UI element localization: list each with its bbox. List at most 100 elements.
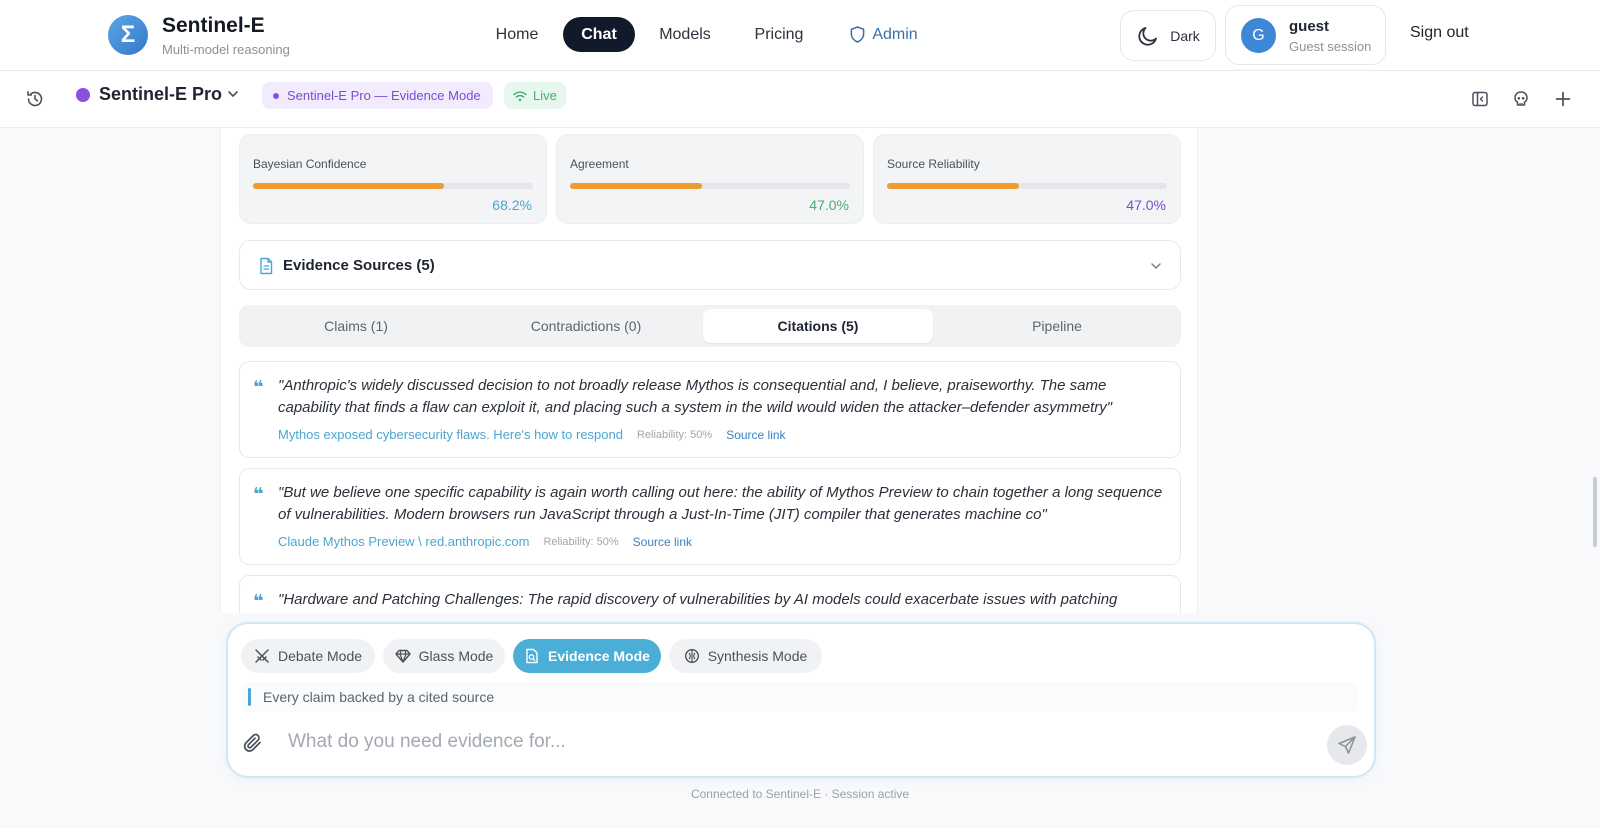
metric-progress-track [570,183,850,189]
moon-icon [1138,26,1158,46]
connection-status: Connected to Sentinel-E · Session active [690,787,910,801]
evidence-sources-title: Evidence Sources (5) [283,257,435,274]
glass-mode-label: Glass Mode [418,648,494,664]
top-navbar: Σ Sentinel-E Multi-model reasoning Home … [0,0,1600,71]
citation-meta: Mythos exposed cybersecurity flaws. Here… [278,427,786,442]
metric-label: Agreement [570,157,629,171]
metric-value: 47.0% [809,197,849,213]
chevron-down-icon[interactable] [1149,259,1163,273]
brand-name[interactable]: Sentinel-E [162,14,265,38]
metric-progress-track [253,183,533,189]
citation-text: "But we believe one specific capability … [278,484,1163,523]
evidence-query-input[interactable] [288,724,1288,760]
mode-badge: Sentinel-E Pro — Evidence Mode [262,82,493,109]
metric-label: Source Reliability [887,157,980,171]
send-icon [1338,736,1356,754]
citation-source-link[interactable]: Source link [726,428,785,442]
sign-out-link[interactable]: Sign out [1410,24,1469,42]
citation-reliability: Reliability: 50% [543,535,619,548]
skull-icon [1514,91,1528,106]
citation-source-link[interactable]: Source link [633,535,692,549]
history-icon [27,91,43,107]
quote-icon: ❝ [253,377,264,397]
debate-mode-label: Debate Mode [277,648,363,664]
chat-content[interactable]: Bayesian Confidence 68.2% Agreement 47.0… [220,128,1198,613]
citation-card: ❝ "Anthropic's widely discussed decision… [239,361,1181,458]
nav-chat-link[interactable]: Chat [563,17,635,52]
mode-hint: Every claim backed by a cited source [242,682,1358,712]
attach-button[interactable] [242,732,264,759]
citation-source[interactable]: Claude Mythos Preview \ red.anthropic.co… [278,534,529,549]
nav-admin-link[interactable]: Admin [845,17,923,52]
nav-home-link[interactable]: Home [488,17,546,52]
chevron-down-icon[interactable] [226,87,240,106]
page-scrollbar[interactable] [1593,477,1597,547]
logo-glyph: Σ [120,21,136,48]
shield-icon [850,26,865,43]
skull-mode-button[interactable] [1507,85,1535,113]
evidence-sources-accordion[interactable]: Evidence Sources (5) [239,240,1181,290]
brand-tagline: Multi-model reasoning [162,42,290,57]
citation-card: ❝ "But we believe one specific capabilit… [239,468,1181,565]
wifi-icon [513,91,527,101]
mode-badge-label: Sentinel-E Pro — Evidence Mode [287,88,481,103]
citation-source[interactable]: Mythos exposed cybersecurity flaws. Here… [278,427,623,442]
debate-mode-button[interactable]: Debate Mode [241,639,375,673]
model-status-dot [76,88,90,102]
avatar: G [1241,18,1276,53]
history-button[interactable] [21,85,49,113]
paperclip-icon [243,733,261,752]
metric-progress-track [887,183,1167,189]
mode-hint-text: Every claim backed by a cited source [263,689,495,705]
brain-icon [684,648,699,664]
tab-claims[interactable]: Claims (1) [243,309,469,343]
user-name: guest [1289,18,1330,35]
message-composer: Debate Mode Glass Mode Evidence Mode Syn… [226,622,1376,778]
evidence-mode-label: Evidence Mode [548,648,650,664]
synthesis-mode-label: Synthesis Mode [707,648,808,664]
citation-meta: Claude Mythos Preview \ red.anthropic.co… [278,534,692,549]
citation-text: "Anthropic's widely discussed decision t… [278,377,1113,416]
model-selector[interactable]: Sentinel-E Pro [99,84,222,105]
tab-citations[interactable]: Citations (5) [703,309,933,343]
logo-icon[interactable]: Σ [108,15,148,55]
send-button[interactable] [1327,725,1367,765]
user-session-label: Guest session [1289,39,1372,54]
gem-icon [394,649,411,663]
metric-progress-fill [253,183,444,189]
nav-pricing-link[interactable]: Pricing [745,17,813,52]
tab-contradictions[interactable]: Contradictions (0) [473,309,699,343]
toggle-panel-button[interactable] [1466,85,1494,113]
nav-models-link[interactable]: Models [650,17,720,52]
hint-accent-bar [248,688,251,706]
quote-icon: ❝ [253,484,264,504]
analysis-tabs: Claims (1) Contradictions (0) Citations … [239,305,1181,347]
metric-progress-fill [570,183,702,189]
metric-label: Bayesian Confidence [253,157,367,171]
new-chat-button[interactable] [1549,85,1577,113]
live-status-badge: Live [504,82,566,109]
metric-card-confidence: Bayesian Confidence 68.2% [239,134,547,224]
metric-value: 68.2% [492,197,532,213]
swords-icon [255,649,269,663]
metric-progress-fill [887,183,1019,189]
citation-text: "Hardware and Patching Challenges: The r… [278,591,1118,608]
file-search-icon [526,648,538,664]
evidence-mode-button[interactable]: Evidence Mode [513,639,661,673]
tab-pipeline[interactable]: Pipeline [937,309,1177,343]
live-status-label: Live [533,88,557,103]
chat-toolbar: Sentinel-E Pro Sentinel-E Pro — Evidence… [0,71,1600,128]
theme-toggle-label: Dark [1170,27,1200,44]
citation-card: ❝ "Hardware and Patching Challenges: The… [239,575,1181,613]
user-profile-card[interactable]: G guest Guest session [1225,5,1386,65]
document-icon [260,257,273,275]
panel-icon [1472,91,1488,107]
nav-admin-label: Admin [872,26,918,43]
theme-toggle-button[interactable]: Dark [1120,10,1216,61]
metric-card-agreement: Agreement 47.0% [556,134,864,224]
citation-reliability: Reliability: 50% [636,428,713,441]
synthesis-mode-button[interactable]: Synthesis Mode [669,639,822,673]
mode-badge-dot [273,92,279,99]
metric-value: 47.0% [1126,197,1166,213]
glass-mode-button[interactable]: Glass Mode [383,639,505,673]
